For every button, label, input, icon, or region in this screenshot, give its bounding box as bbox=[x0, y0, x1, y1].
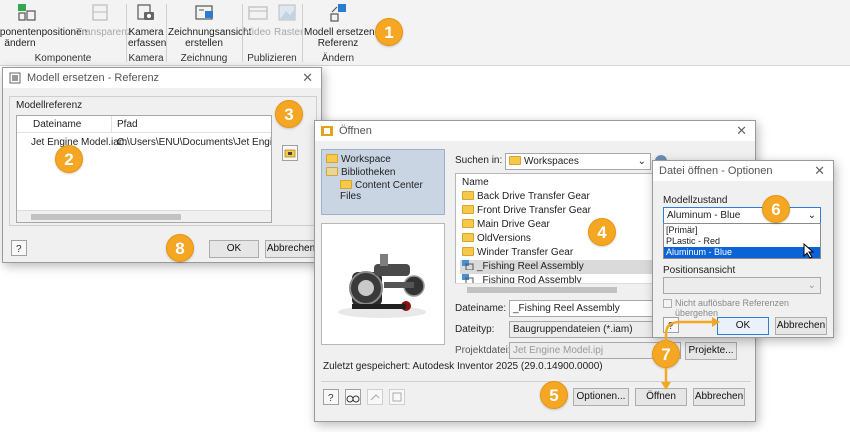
annotation-arrows bbox=[661, 317, 720, 390]
